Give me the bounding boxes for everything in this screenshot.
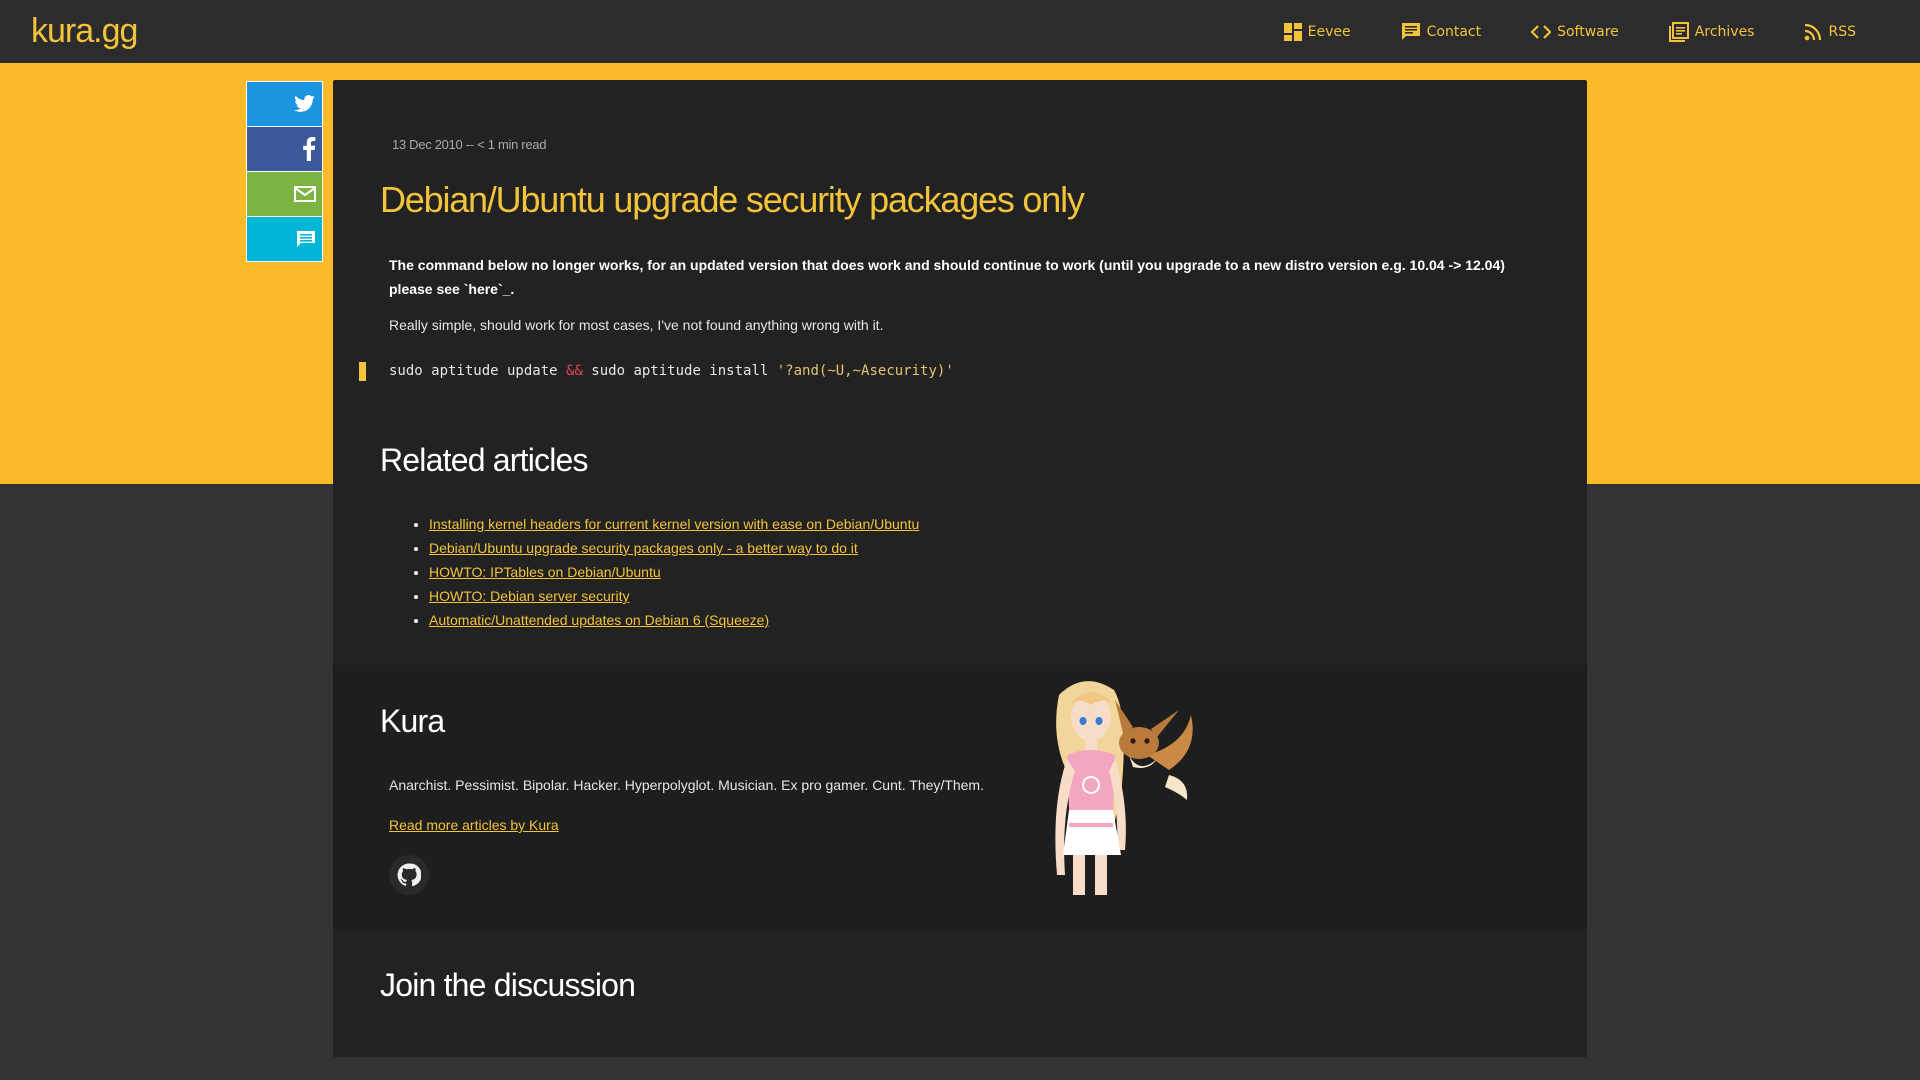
nav-item-software[interactable]: Software	[1531, 24, 1619, 40]
list-item: HOWTO: IPTables on Debian/Ubuntu	[429, 560, 919, 584]
nav-item-label: Archives	[1694, 23, 1755, 40]
share-facebook-button[interactable]	[246, 126, 323, 172]
archive-icon	[1668, 21, 1689, 42]
rss-icon	[1805, 23, 1822, 40]
author-avatar-illustration	[1055, 681, 1193, 895]
related-link[interactable]: HOWTO: IPTables on Debian/Ubuntu	[429, 564, 661, 580]
share-bar	[246, 81, 323, 262]
author-name: Kura	[380, 703, 445, 739]
mail-icon	[294, 186, 316, 202]
related-list: Installing kernel headers for current ke…	[413, 512, 919, 632]
related-link[interactable]: Debian/Ubuntu upgrade security packages …	[429, 540, 858, 556]
article-card: 13 Dec 2010 -- < 1 min read Debian/Ubunt…	[333, 80, 1587, 1057]
share-comment-button[interactable]	[246, 216, 323, 262]
related-link[interactable]: Installing kernel headers for current ke…	[429, 516, 919, 532]
code-block: sudo aptitude update && sudo aptitude in…	[389, 363, 954, 379]
twitter-icon	[294, 95, 315, 112]
article-meta: 13 Dec 2010 -- < 1 min read	[392, 137, 547, 152]
article-paragraph: Really simple, should work for most case…	[389, 317, 884, 333]
share-email-button[interactable]	[246, 171, 323, 217]
comment-icon	[297, 231, 315, 247]
top-bar: kura.gg Eevee Contact Software Archives …	[0, 0, 1920, 63]
nav-item-label: RSS	[1828, 23, 1856, 40]
facebook-icon	[303, 137, 316, 161]
author-section: Kura Anarchist. Pessimist. Bipolar. Hack…	[333, 665, 1587, 930]
dashboard-icon	[1283, 22, 1302, 41]
share-twitter-button[interactable]	[246, 81, 323, 127]
article-notice: The command below no longer works, for a…	[389, 257, 1505, 297]
code-operator: &&	[566, 363, 583, 379]
author-articles-link[interactable]: Read more articles by Kura	[389, 817, 559, 833]
nav-item-rss[interactable]: RSS	[1804, 23, 1856, 41]
related-link[interactable]: Automatic/Unattended updates on Debian 6…	[429, 612, 769, 628]
code-string: '?and(~U,~Asecurity)'	[776, 363, 954, 379]
github-button[interactable]	[389, 855, 429, 895]
nav-item-eevee[interactable]: Eevee	[1283, 22, 1351, 41]
code-text: sudo aptitude update	[389, 363, 567, 379]
article-title: Debian/Ubuntu upgrade security packages …	[380, 179, 1085, 220]
code-text: sudo aptitude install	[582, 363, 777, 379]
code-icon	[1531, 24, 1552, 39]
list-item: Debian/Ubuntu upgrade security packages …	[429, 536, 919, 560]
github-icon	[397, 863, 421, 887]
list-item: Installing kernel headers for current ke…	[429, 512, 919, 536]
code-block-marker	[359, 362, 366, 381]
site-logo[interactable]: kura.gg	[31, 12, 138, 51]
related-link[interactable]: HOWTO: Debian server security	[429, 588, 629, 604]
list-item: HOWTO: Debian server security	[429, 584, 919, 608]
list-item: Automatic/Unattended updates on Debian 6…	[429, 608, 919, 632]
discussion-heading: Join the discussion	[380, 967, 636, 1003]
nav-item-label: Contact	[1426, 23, 1482, 40]
author-bio: Anarchist. Pessimist. Bipolar. Hacker. H…	[389, 777, 984, 793]
related-heading: Related articles	[380, 442, 589, 478]
nav-item-archives[interactable]: Archives	[1668, 21, 1755, 42]
chat-icon	[1401, 22, 1420, 40]
nav-item-label: Software	[1557, 23, 1619, 40]
nav-item-contact[interactable]: Contact	[1401, 22, 1481, 42]
main-nav: Eevee Contact Software Archives RSS	[1283, 0, 1920, 63]
nav-item-label: Eevee	[1307, 23, 1351, 40]
